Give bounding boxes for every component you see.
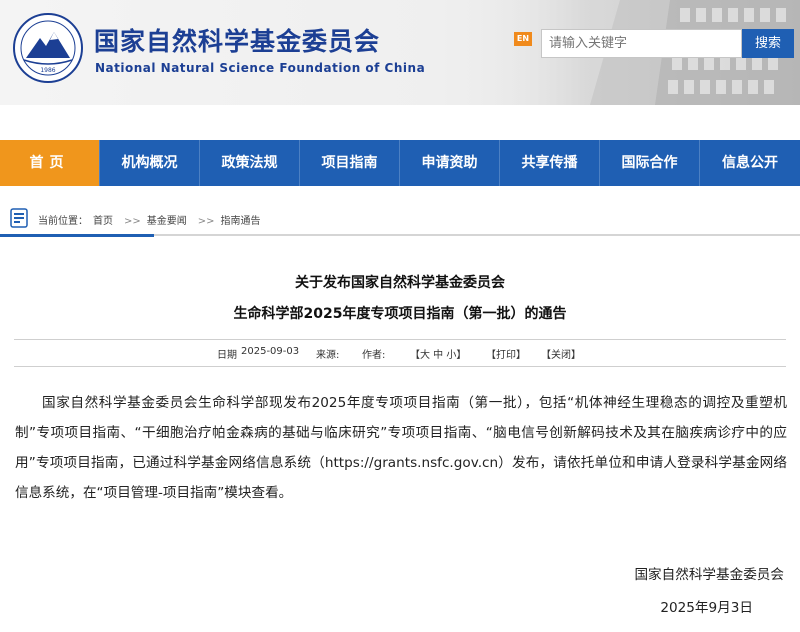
search-button[interactable]: 搜索 bbox=[742, 29, 794, 58]
article-body: 国家自然科学基金委员会生命科学部现发布2025年度专项项目指南（第一批），包括“… bbox=[15, 395, 787, 501]
nsfc-logo-icon[interactable]: 1986 bbox=[12, 10, 84, 94]
article-title-line1: 关于发布国家自然科学基金委员会 bbox=[295, 275, 505, 291]
site-title[interactable]: 国家自然科学基金委员会 bbox=[94, 22, 380, 58]
english-version-link[interactable]: EN bbox=[514, 32, 532, 46]
article-title-line2: 生命科学部2025年度专项项目指南（第一批）的通告 bbox=[233, 306, 567, 322]
font-size-control[interactable]: 【大 中 小】 bbox=[410, 346, 466, 361]
breadcrumb-separator: >> bbox=[124, 216, 141, 227]
site-header: 1986 国家自然科学基金委员会 National Natural Scienc… bbox=[0, 0, 800, 105]
breadcrumb-prefix: 当前位置： bbox=[38, 216, 88, 227]
main-nav: 首页 机构概况 政策法规 项目指南 申请资助 共享传播 国际合作 信息公开 bbox=[0, 140, 800, 186]
breadcrumb-home[interactable]: 首页 bbox=[93, 216, 113, 227]
signature-org: 国家自然科学基金委员会 bbox=[634, 567, 784, 583]
meta-date: 2025-09-03 bbox=[241, 346, 300, 357]
breadcrumb-news[interactable]: 基金要闻 bbox=[147, 216, 187, 227]
nav-item-policies[interactable]: 政策法规 bbox=[200, 140, 300, 186]
nav-item-about[interactable]: 机构概况 bbox=[100, 140, 200, 186]
meta-divider-bottom bbox=[14, 366, 786, 367]
print-link[interactable]: 【打印】 bbox=[486, 346, 526, 361]
site-subtitle-en: National Natural Science Foundation of C… bbox=[95, 61, 426, 75]
breadcrumb: 当前位置： 首页 >> 基金要闻 >> 指南通告 bbox=[0, 203, 800, 237]
nav-item-home[interactable]: 首页 bbox=[0, 140, 100, 186]
breadcrumb-separator: >> bbox=[197, 216, 215, 227]
meta-author-label: 作者: bbox=[362, 350, 386, 361]
meta-divider-top bbox=[14, 339, 786, 340]
nav-item-apply-funding[interactable]: 申请资助 bbox=[400, 140, 500, 186]
nav-item-project-guide[interactable]: 项目指南 bbox=[300, 140, 400, 186]
nav-item-sharing[interactable]: 共享传播 bbox=[500, 140, 600, 186]
location-book-icon bbox=[10, 208, 28, 228]
signature-date: 2025年9月3日 bbox=[660, 600, 753, 616]
logo-year: 1986 bbox=[40, 67, 55, 74]
meta-source-label: 来源: bbox=[316, 350, 340, 361]
breadcrumb-divider-accent bbox=[0, 234, 154, 237]
breadcrumb-notices[interactable]: 指南通告 bbox=[221, 216, 261, 227]
close-link[interactable]: 【关闭】 bbox=[541, 346, 581, 361]
search-input[interactable] bbox=[541, 29, 742, 58]
nav-item-disclosure[interactable]: 信息公开 bbox=[700, 140, 800, 186]
breadcrumb-trail: 当前位置： 首页 >> 基金要闻 >> 指南通告 bbox=[38, 212, 266, 227]
meta-date-label: 日期 bbox=[217, 350, 237, 361]
nav-item-international[interactable]: 国际合作 bbox=[600, 140, 700, 186]
